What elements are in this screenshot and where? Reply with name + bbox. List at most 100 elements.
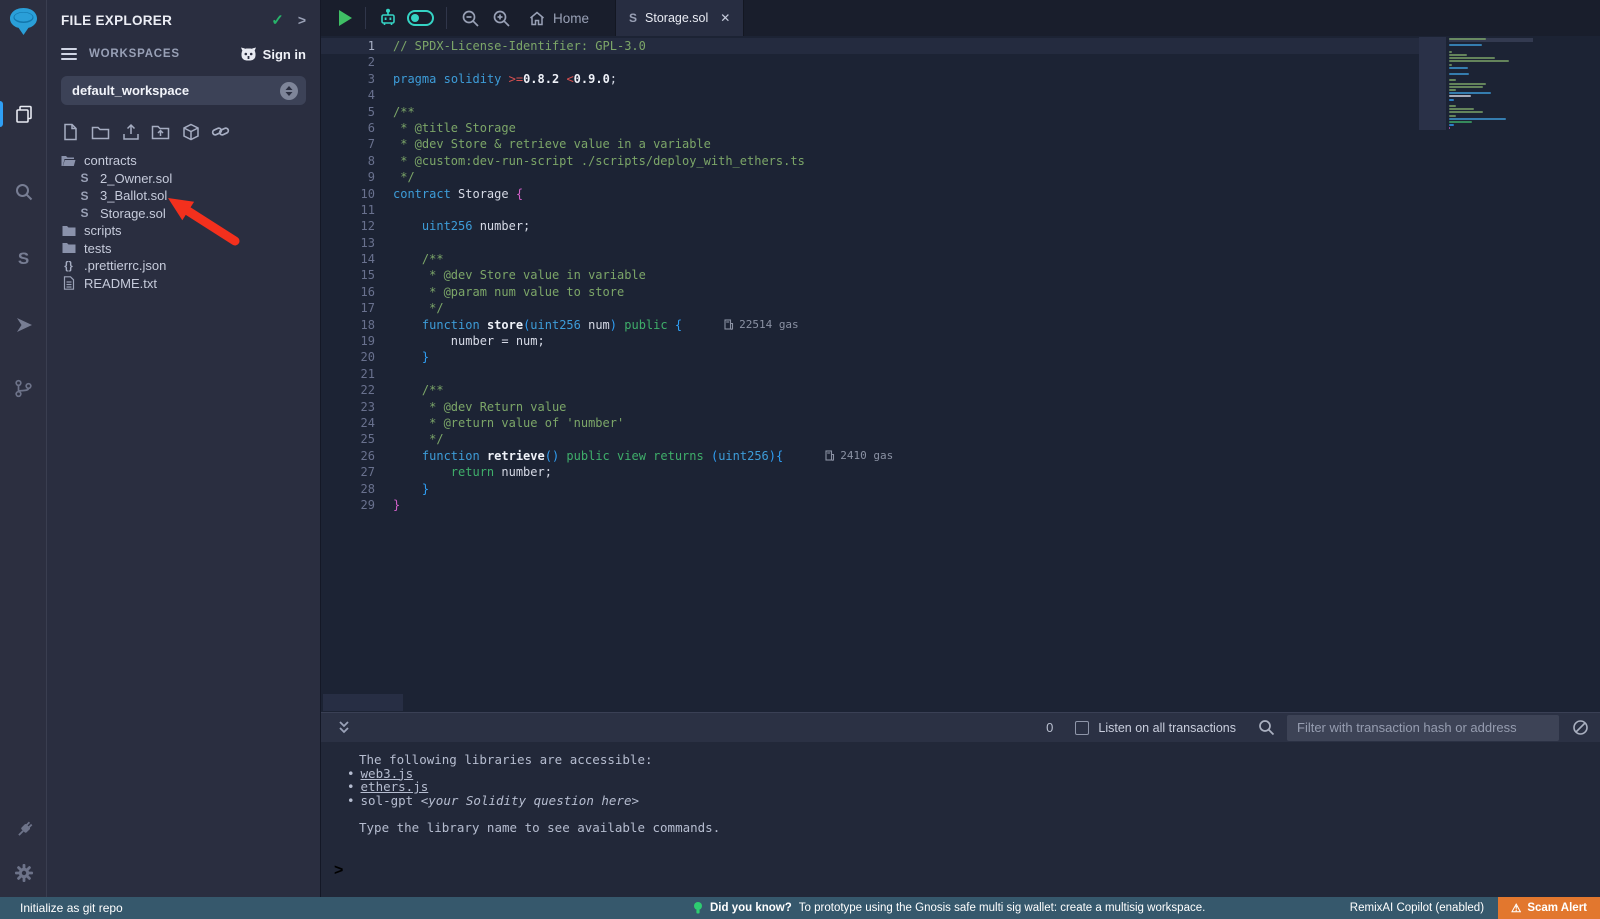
gas-estimate-badge: 22514 gas [724,318,799,331]
horizontal-scrollbar-thumb[interactable] [323,694,403,711]
line-number: 27 [321,464,375,480]
git-icon[interactable] [11,376,36,401]
tree-item-3-ballot-sol[interactable]: S3_Ballot.sol [47,187,320,205]
upload-folder-icon[interactable] [151,122,170,141]
tip-title: Did you know? [710,902,792,914]
code-line-23[interactable]: 23 * @dev Return value [321,399,1419,415]
terminal-expand-icon[interactable] [337,720,351,735]
line-number: 12 [321,218,375,234]
copilot-status[interactable]: RemixAI Copilot (enabled) [1350,902,1484,914]
code-line-3[interactable]: 3pragma solidity >=0.8.2 <0.9.0; [321,71,1419,87]
terminal-search-icon[interactable] [1258,719,1275,736]
workspaces-menu-icon[interactable] [61,48,77,60]
tree-item--prettierrc-json[interactable]: {}.prettierrc.json [47,257,320,275]
remix-logo[interactable] [5,5,42,42]
import-url-link-icon[interactable] [211,122,230,141]
line-number: 6 [321,120,375,136]
tree-item-scripts[interactable]: scripts [47,222,320,240]
code-editor[interactable]: 1// SPDX-License-Identifier: GPL-3.023pr… [321,36,1600,712]
code-line-21[interactable]: 21 [321,366,1419,382]
deploy-and-run-icon[interactable] [11,312,36,337]
code-line-15[interactable]: 15 * @dev Store value in variable [321,267,1419,283]
collapse-chevron-icon[interactable]: > [298,12,306,28]
workspaces-row: WORKSPACES Sign in [47,42,320,66]
code-line-5[interactable]: 5/** [321,104,1419,120]
code-line-1[interactable]: 1// SPDX-License-Identifier: GPL-3.0 [321,38,1419,54]
code-line-12[interactable]: 12 uint256 number; [321,218,1419,234]
sign-in-button[interactable]: Sign in [240,47,306,62]
plugin-manager-icon[interactable] [11,818,36,843]
upload-file-icon[interactable] [121,122,140,141]
tree-item-contracts[interactable]: contracts [47,152,320,170]
code-line-29[interactable]: 29} [321,497,1419,513]
code-line-19[interactable]: 19 number = num; [321,333,1419,349]
code-line-11[interactable]: 11 [321,202,1419,218]
code-line-6[interactable]: 6 * @title Storage [321,120,1419,136]
line-content: /** [393,251,444,267]
code-line-8[interactable]: 8 * @custom:dev-run-script ./scripts/dep… [321,153,1419,169]
code-line-20[interactable]: 20 } [321,349,1419,365]
tab-storage-sol[interactable]: S Storage.sol ✕ [615,0,744,36]
code-line-28[interactable]: 28 } [321,481,1419,497]
code-line-25[interactable]: 25 */ [321,431,1419,447]
code-line-18[interactable]: 18 function store(uint256 num) public {2… [321,317,1419,333]
workspace-selected-value: default_workspace [72,83,189,98]
code-line-26[interactable]: 26 function retrieve() public view retur… [321,448,1419,464]
run-script-play-button[interactable] [337,9,353,27]
listen-all-checkbox[interactable] [1075,721,1089,735]
line-number: 2 [321,54,375,70]
clear-console-icon[interactable] [1572,719,1589,736]
solidity-compiler-icon[interactable]: S [11,246,36,271]
tree-item-readme-txt[interactable]: README.txt [47,275,320,293]
code-line-4[interactable]: 4 [321,87,1419,103]
line-content: /** [393,104,415,120]
scam-alert-button[interactable]: ⚠ Scam Alert [1498,897,1600,919]
line-content: * @return value of 'number' [393,415,624,431]
vertical-scrollbar-thumb[interactable] [1419,37,1446,130]
git-init-button[interactable]: Initialize as git repo [20,901,123,915]
settings-gear-icon[interactable] [11,860,36,885]
new-folder-icon[interactable] [91,122,110,141]
code-line-10[interactable]: 10contract Storage { [321,186,1419,202]
code-line-13[interactable]: 13 [321,235,1419,251]
ai-copilot-robot-icon[interactable] [378,8,398,28]
code-line-24[interactable]: 24 * @return value of 'number' [321,415,1419,431]
search-icon[interactable] [11,179,36,204]
code-line-27[interactable]: 27 return number; [321,464,1419,480]
line-number: 9 [321,169,375,185]
workspace-select[interactable]: default_workspace [61,76,306,105]
line-content: * @custom:dev-run-script ./scripts/deplo… [393,153,805,169]
tree-item-tests[interactable]: tests [47,240,320,258]
new-file-icon[interactable] [61,122,80,141]
minimap[interactable] [1449,38,1533,130]
line-number: 18 [321,317,375,333]
copilot-toggle[interactable] [407,10,434,26]
line-number: 21 [321,366,375,382]
line-content: } [393,497,400,513]
status-bar: Initialize as git repo Did you know? To … [0,897,1600,919]
folder-icon [61,225,76,237]
code-line-16[interactable]: 16 * @param num value to store [321,284,1419,300]
code-line-9[interactable]: 9 */ [321,169,1419,185]
line-number: 25 [321,431,375,447]
zoom-out-icon[interactable] [461,9,480,28]
tree-item-2-owner-sol[interactable]: S2_Owner.sol [47,170,320,188]
code-line-14[interactable]: 14 /** [321,251,1419,267]
editor-toolbar: Home S Storage.sol ✕ [321,0,1600,36]
code-line-7[interactable]: 7 * @dev Store & retrieve value in a var… [321,136,1419,152]
file-explorer-icon[interactable] [11,101,36,126]
code-line-22[interactable]: 22 /** [321,382,1419,398]
tab-home[interactable]: Home [529,11,589,26]
transaction-filter-input[interactable] [1287,715,1559,741]
code-line-2[interactable]: 2 [321,54,1419,70]
github-icon [240,47,257,62]
terminal-prompt[interactable]: > [321,862,1600,880]
zoom-in-icon[interactable] [492,9,511,28]
import-ipfs-icon[interactable] [181,122,200,141]
tree-item-storage-sol[interactable]: SStorage.sol [47,205,320,223]
terminal-output: The following libraries are accessible:•… [321,742,1600,835]
transaction-count: 0 [1046,720,1053,735]
code-line-17[interactable]: 17 */ [321,300,1419,316]
close-tab-icon[interactable]: ✕ [720,11,730,25]
line-number: 19 [321,333,375,349]
